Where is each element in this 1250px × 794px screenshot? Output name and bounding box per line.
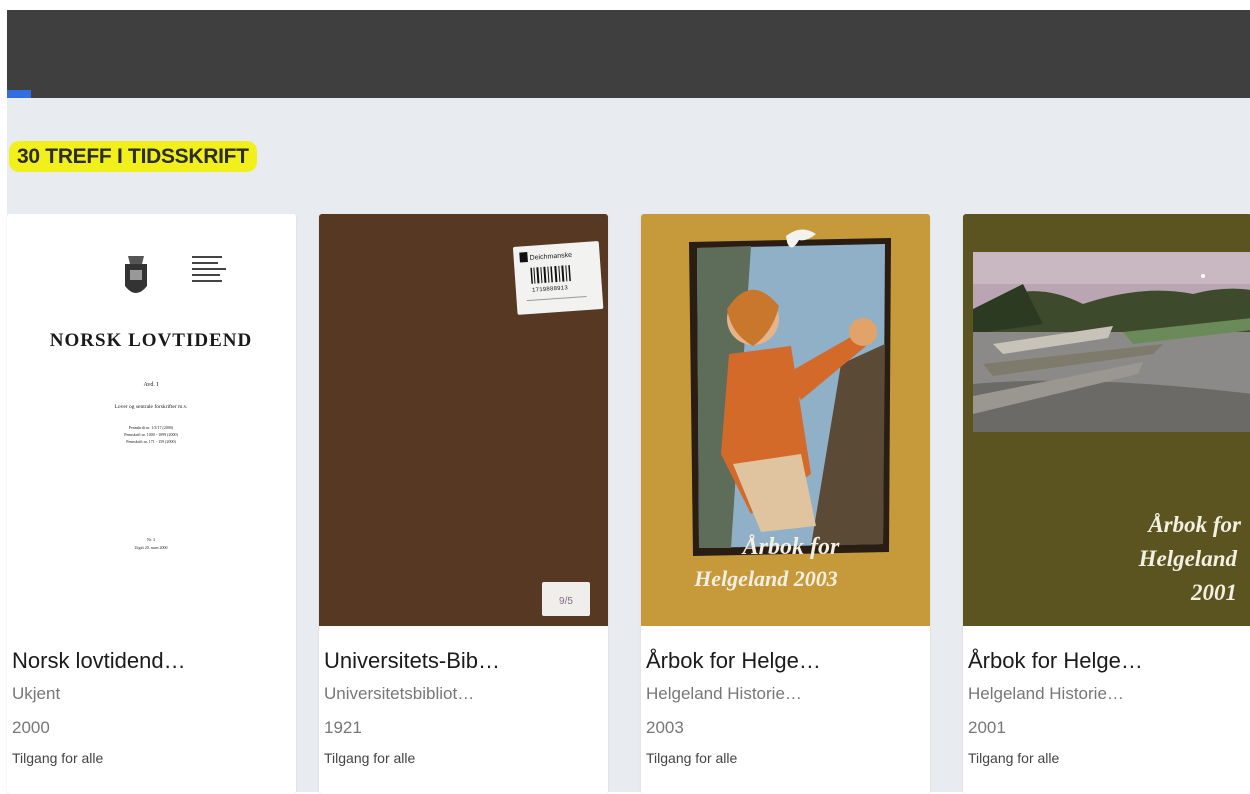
card-title[interactable]: Universitets-Bib… <box>324 648 500 674</box>
card-publisher: Ukjent <box>12 684 61 703</box>
card-publisher: Helgeland Historie… <box>646 684 802 703</box>
svg-text:Utgitt 20. mars 2000: Utgitt 20. mars 2000 <box>134 545 167 550</box>
svg-text:Pennskrift nr. 1000 - 1099 (20: Pennskrift nr. 1000 - 1099 (2000) <box>124 432 178 437</box>
cover-image[interactable]: Årbok for Helgeland 2001 <box>963 214 1250 626</box>
card-year: 2001 <box>968 718 1006 737</box>
svg-text:Nr. 3: Nr. 3 <box>147 537 155 542</box>
result-count-text: 30 TREFF I TIDSSKRIFT <box>9 141 257 172</box>
card-title[interactable]: Årbok for Helge… <box>646 648 821 674</box>
result-card-norsk-lovtidend[interactable]: NORSK LOVTIDEND Avd. I Lover og sentrale… <box>7 214 296 794</box>
library-barcode-label: Deichmanske 1719888913 <box>513 241 604 315</box>
top-app-bar <box>7 10 1250 98</box>
search-results-area: 30 TREFF I TIDSSKRIFT NORSK LOVTIDEND Av… <box>7 98 1250 794</box>
card-access: Tilgang for alle <box>968 750 1060 766</box>
svg-text:Lover og sentrale forskrifter: Lover og sentrale forskrifter m.v. <box>115 403 189 410</box>
result-card-arbok-helgeland-2003[interactable]: Årbok for Helgeland 2003 Årbok for Helge… <box>641 214 930 794</box>
card-year: 1921 <box>324 718 362 737</box>
cover-artwork <box>689 229 891 556</box>
cover-title-line1: Årbok for <box>1146 512 1242 537</box>
cover-image[interactable]: Årbok for Helgeland 2003 <box>641 214 930 626</box>
card-publisher: Helgeland Historie… <box>968 684 1124 703</box>
card-publisher: Universitetsbibliot… <box>324 684 475 703</box>
card-title[interactable]: Norsk lovtidend… <box>12 648 186 674</box>
svg-text:9/5: 9/5 <box>559 596 573 607</box>
cover-photo-boats <box>973 252 1250 432</box>
card-year: 2000 <box>12 718 50 737</box>
cover-title-line2: Helgeland 2003 <box>693 566 838 591</box>
svg-text:Pennskrift nr. 171 - 159 (2000: Pennskrift nr. 171 - 159 (2000) <box>126 439 176 444</box>
card-title[interactable]: Årbok for Helge… <box>968 648 1143 674</box>
card-access: Tilgang for alle <box>12 750 104 766</box>
svg-text:Pennskrift nr. 1/3/17 (2000): Pennskrift nr. 1/3/17 (2000) <box>129 425 174 430</box>
loading-progress-bar <box>7 90 31 98</box>
card-access: Tilgang for alle <box>324 750 416 766</box>
cover-title-line3: 2001 <box>1190 580 1237 605</box>
result-card-universitets-bib[interactable]: Deichmanske 1719888913 9/5 Universitets-… <box>319 214 608 794</box>
cover-image[interactable]: NORSK LOVTIDEND Avd. I Lover og sentrale… <box>7 214 296 626</box>
cover-title-line2: Helgeland <box>1138 546 1238 571</box>
cover-masthead: NORSK LOVTIDEND <box>50 330 252 351</box>
result-card-arbok-helgeland-2001[interactable]: Årbok for Helgeland 2001 Årbok for Helge… <box>963 214 1250 794</box>
svg-text:Avd. I: Avd. I <box>144 382 159 388</box>
cover-title-line1: Årbok for <box>741 534 840 560</box>
card-year: 2003 <box>646 718 684 737</box>
card-access: Tilgang for alle <box>646 750 738 766</box>
result-count-heading: 30 TREFF I TIDSSKRIFT <box>9 141 257 172</box>
cover-image[interactable]: Deichmanske 1719888913 9/5 <box>319 214 608 626</box>
